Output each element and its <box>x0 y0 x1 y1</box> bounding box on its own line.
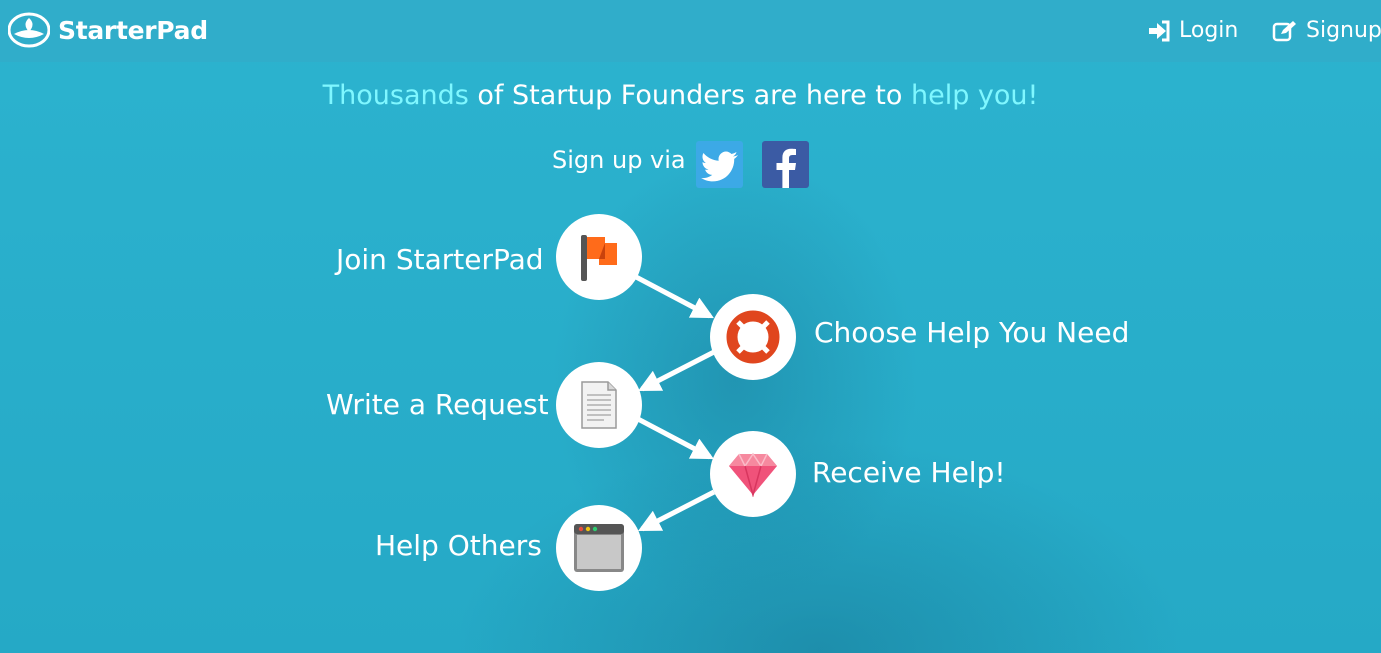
browser-window-icon <box>574 524 624 572</box>
step-join-circle <box>556 214 642 300</box>
diamond-icon <box>729 452 777 497</box>
step-receive-circle <box>710 431 796 517</box>
arrow-step3-to-step4 <box>634 415 714 460</box>
step-write-label: Write a Request <box>326 388 549 421</box>
step-help-others-circle <box>556 505 642 591</box>
flag-icon <box>581 235 617 281</box>
flow-arrows <box>634 274 716 532</box>
document-icon <box>581 381 617 429</box>
arrow-step4-to-step5 <box>637 489 716 532</box>
step-help-others-label: Help Others <box>375 529 542 562</box>
step-choose-circle <box>710 294 796 380</box>
lifebuoy-icon <box>726 310 780 364</box>
step-join-label: Join StarterPad <box>336 243 544 276</box>
step-write-circle <box>556 362 642 448</box>
step-choose-label: Choose Help You Need <box>814 316 1130 349</box>
arrow-step2-to-step3 <box>637 349 716 392</box>
arrow-step1-to-step2 <box>634 274 714 319</box>
step-receive-label: Receive Help! <box>812 456 1006 489</box>
